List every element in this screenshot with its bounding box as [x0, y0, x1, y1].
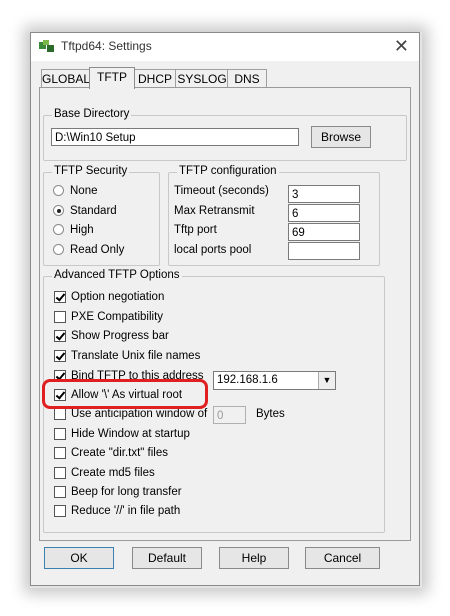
checkbox-box[interactable] [54, 330, 66, 342]
base-directory-group: Base Directory D:\Win10 Setup Browse [43, 108, 407, 161]
tftp-port-input[interactable]: 69 [288, 223, 360, 241]
default-button[interactable]: Default [132, 547, 202, 569]
max-retransmit-input[interactable]: 6 [288, 204, 360, 222]
help-button[interactable]: Help [219, 547, 289, 569]
checkbox-box[interactable] [54, 311, 66, 323]
tab-dns[interactable]: DNS [227, 69, 267, 88]
tab-global[interactable]: GLOBAL [41, 69, 91, 88]
ok-button[interactable]: OK [44, 547, 114, 569]
tftp-configuration-group: TFTP configuration Timeout (seconds) 3 M… [168, 165, 380, 266]
bind-address-value: 192.168.1.6 [217, 374, 278, 386]
checkbox-box[interactable] [54, 467, 66, 479]
settings-window: Tftpd64: Settings ✕ GLOBAL TFTP DHCP SYS… [30, 32, 420, 586]
tftp-security-label: TFTP Security [52, 165, 130, 177]
security-standard-label: Standard [70, 205, 117, 217]
bind-address-select[interactable]: 192.168.1.6 ▼ [213, 371, 336, 390]
base-directory-input[interactable]: D:\Win10 Setup [51, 128, 299, 146]
tftp-tab-panel: Base Directory D:\Win10 Setup Browse TFT… [39, 87, 411, 541]
checkbox-box[interactable] [54, 291, 66, 303]
checkbox-box[interactable] [54, 428, 66, 440]
tftp-configuration-label: TFTP configuration [177, 165, 279, 177]
radio-indicator[interactable] [53, 224, 64, 235]
chevron-down-icon[interactable]: ▼ [318, 372, 335, 389]
tab-syslog[interactable]: SYSLOG [175, 69, 229, 88]
checkbox-label: PXE Compatibility [71, 311, 164, 323]
tftpd-app-icon [39, 40, 54, 52]
checkbox-box[interactable] [54, 350, 66, 362]
tftp-security-group: TFTP Security None Standard High Read On… [43, 165, 160, 266]
close-icon[interactable]: ✕ [394, 36, 409, 56]
radio-indicator[interactable] [53, 244, 64, 255]
timeout-label: Timeout (seconds) [174, 185, 269, 197]
browse-button[interactable]: Browse [311, 126, 371, 148]
local-ports-pool-input[interactable] [288, 242, 360, 260]
title-bar[interactable]: Tftpd64: Settings ✕ [31, 33, 419, 61]
anticipation-window-input[interactable]: 0 [213, 406, 246, 424]
checkbox-label: Show Progress bar [71, 330, 169, 342]
checkbox-box[interactable] [54, 486, 66, 498]
max-retransmit-label: Max Retransmit [174, 205, 255, 217]
tab-dhcp[interactable]: DHCP [133, 69, 177, 88]
base-directory-label: Base Directory [52, 108, 132, 120]
security-readonly-label: Read Only [70, 244, 125, 256]
local-ports-pool-label: local ports pool [174, 244, 252, 256]
advanced-options-label: Advanced TFTP Options [52, 269, 182, 281]
checkbox-label: Hide Window at startup [71, 428, 190, 440]
checkbox-box[interactable] [54, 447, 66, 459]
checkbox-label: Beep for long transfer [71, 486, 182, 498]
checkbox-label: Translate Unix file names [71, 350, 201, 362]
checkbox-label: Option negotiation [71, 291, 165, 303]
security-high-label: High [70, 224, 94, 236]
security-none-label: None [70, 185, 98, 197]
tab-tftp[interactable]: TFTP [89, 67, 135, 89]
checkbox-label: Reduce '//' in file path [71, 505, 181, 517]
checkbox-label: Create "dir.txt" files [71, 447, 169, 459]
radio-indicator[interactable] [53, 185, 64, 196]
checkbox-label: Allow '\' As virtual root [71, 389, 183, 401]
window-title: Tftpd64: Settings [61, 39, 152, 53]
checkbox-box[interactable] [54, 505, 66, 517]
cancel-button[interactable]: Cancel [305, 547, 380, 569]
checkbox-box[interactable] [54, 408, 66, 420]
timeout-input[interactable]: 3 [288, 185, 360, 203]
checkbox-box[interactable] [54, 389, 66, 401]
checkbox-label: Create md5 files [71, 467, 155, 479]
tftp-port-label: Tftp port [174, 224, 217, 236]
radio-indicator[interactable] [53, 205, 64, 216]
anticipation-unit-label: Bytes [256, 408, 285, 420]
